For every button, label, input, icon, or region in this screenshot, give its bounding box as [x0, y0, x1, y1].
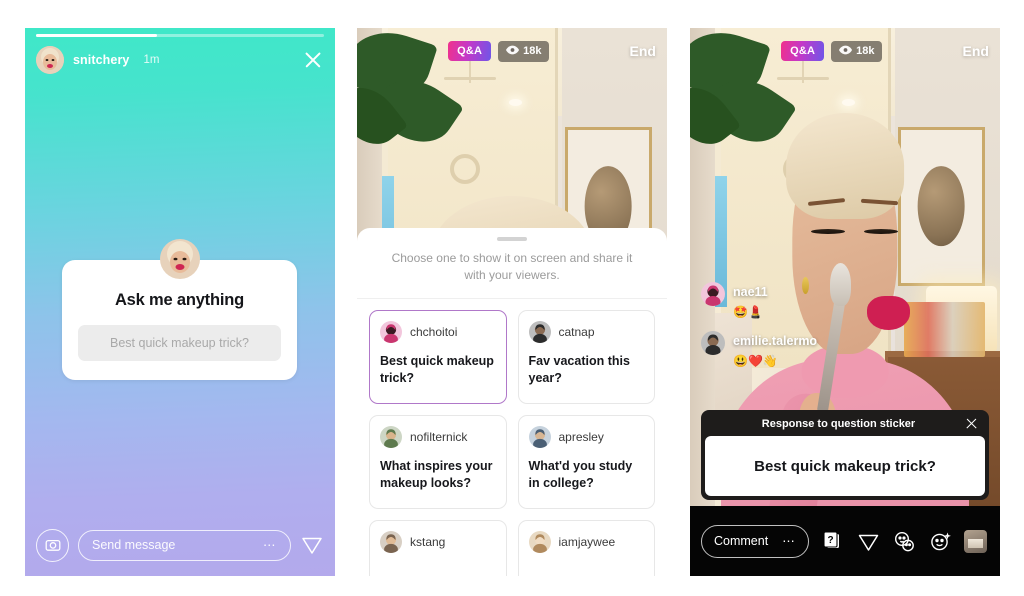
question-card-username: kstang: [410, 534, 446, 549]
question-card-author: nofilternick: [380, 425, 496, 448]
viewer-count: 18k: [856, 45, 875, 57]
avatar: [528, 530, 551, 553]
response-sticker-body[interactable]: Best quick makeup trick?: [705, 436, 985, 496]
story-progress-fill: [36, 34, 157, 37]
comment-username: nae11: [733, 285, 768, 299]
avatar: [528, 320, 551, 343]
send-paper-plane-icon[interactable]: [300, 533, 324, 557]
avatar: [159, 239, 200, 279]
question-card-text: Best quick makeup trick?: [380, 353, 494, 385]
question-card-text: What inspires your makeup looks?: [380, 458, 493, 490]
comment-message: 🤩💄: [733, 305, 763, 319]
live-response-panel: Q&A 18k End nae11 🤩💄 emilie.talermo 😃❤️👋 Re…: [690, 28, 1000, 576]
comment-message: 😃❤️👋: [733, 354, 778, 368]
avatar[interactable]: [36, 46, 64, 74]
live-toolbar: Comment ⋯ ?: [690, 506, 1000, 576]
question-picker-sheet: Choose one to show it on screen and shar…: [357, 228, 667, 576]
avatar: [528, 425, 551, 448]
avatar: [701, 282, 725, 306]
comment-row[interactable]: emilie.talermo 😃❤️👋: [701, 331, 931, 371]
qa-badge[interactable]: Q&A: [448, 41, 492, 61]
question-card[interactable]: chchoitoi Best quick makeup trick?: [369, 309, 507, 404]
viewer-count-badge[interactable]: 18k: [498, 40, 550, 62]
comment-username: emilie.talermo: [733, 334, 818, 348]
story-timestamp: 1m: [143, 54, 160, 66]
question-card-username: nofilternick: [410, 429, 468, 444]
sheet-hint-text: Choose one to show it on screen and shar…: [357, 241, 667, 299]
viewer-count-badge[interactable]: 18k: [831, 40, 883, 62]
question-card-author: iamjaywee: [528, 530, 645, 553]
send-message-input[interactable]: Send message ⋯: [78, 529, 291, 561]
svg-text:?: ?: [828, 535, 834, 546]
live-header: Q&A 18k End: [368, 39, 656, 63]
qa-badge[interactable]: Q&A: [781, 41, 825, 61]
send-paper-plane-icon[interactable]: [856, 529, 881, 554]
question-card-author: apresley: [528, 425, 645, 448]
eye-icon: [506, 45, 520, 58]
question-card-text: Fav vacation this year?: [528, 353, 630, 385]
smiley-sparkle-icon[interactable]: [928, 529, 953, 554]
send-message-placeholder: Send message: [92, 538, 176, 552]
question-answer-placeholder: Best quick makeup trick?: [110, 336, 249, 350]
question-card[interactable]: kstang: [369, 519, 507, 576]
comment-button[interactable]: Comment ⋯: [701, 524, 810, 558]
question-card-author: chchoitoi: [380, 320, 496, 343]
avatar: [380, 425, 402, 448]
question-card-username: chchoitoi: [410, 324, 458, 339]
end-live-button[interactable]: End: [630, 43, 656, 59]
question-card-author: catnap: [528, 320, 645, 343]
story-username[interactable]: snitchery: [73, 53, 129, 67]
question-card[interactable]: nofilternick What inspires your makeup lo…: [369, 414, 507, 509]
add-guest-faces-icon[interactable]: [892, 529, 917, 554]
avatar: [701, 331, 725, 355]
live-comments-list: nae11 🤩💄 emilie.talermo 😃❤️👋: [701, 273, 931, 371]
avatar: [380, 530, 402, 553]
story-header: snitchery 1m: [36, 45, 324, 75]
question-card[interactable]: apresley What'd you study in college?: [517, 414, 655, 509]
close-icon[interactable]: [302, 49, 324, 71]
question-sticker-title: Ask me anything: [114, 291, 245, 309]
live-header: Q&A 18k End: [701, 39, 989, 63]
question-cards-icon[interactable]: ?: [820, 529, 845, 554]
question-card-username: catnap: [558, 324, 595, 339]
question-card-username: iamjaywee: [558, 534, 616, 549]
story-panel: snitchery 1m Ask me anything Best quick …: [25, 28, 335, 576]
question-card-text: What'd you study in college?: [528, 458, 633, 490]
end-live-button[interactable]: End: [963, 43, 989, 59]
eye-icon: [839, 45, 853, 58]
story-progress-bar: [36, 34, 324, 37]
avatar: [380, 320, 402, 343]
question-card-author: kstang: [380, 530, 496, 553]
story-footer: Send message ⋯: [36, 528, 324, 562]
close-icon[interactable]: [965, 417, 978, 430]
camera-icon[interactable]: [36, 528, 69, 562]
question-sticker: Ask me anything Best quick makeup trick?: [62, 239, 297, 380]
comment-label: Comment: [714, 534, 769, 548]
question-answer-input[interactable]: Best quick makeup trick?: [78, 325, 281, 361]
question-card[interactable]: iamjaywee: [517, 519, 655, 576]
response-question-text: Best quick makeup trick?: [754, 457, 936, 475]
response-sticker-card: Response to question sticker Best quick …: [701, 410, 989, 500]
question-card-username: apresley: [558, 429, 604, 444]
media-thumbnail-icon[interactable]: [964, 529, 988, 553]
live-picker-panel: Q&A 18k End Choose one to show it on scr…: [357, 28, 667, 576]
question-card-grid: chchoitoi Best quick makeup trick? catnap F…: [357, 299, 667, 576]
comment-row[interactable]: nae11 🤩💄: [701, 282, 931, 322]
response-sticker-title: Response to question sticker: [761, 417, 916, 430]
screenshot-stage: snitchery 1m Ask me anything Best quick …: [0, 0, 1024, 596]
viewer-count: 18k: [523, 45, 542, 57]
question-card[interactable]: catnap Fav vacation this year?: [517, 309, 655, 404]
response-sticker-header: Response to question sticker: [701, 410, 989, 436]
